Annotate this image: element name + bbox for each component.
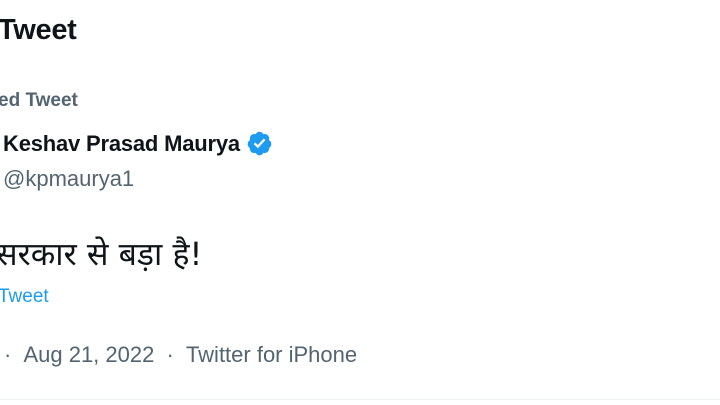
tweet-page: Tweet ed Tweet Keshav Prasad Maurya @kpm…: [0, 0, 720, 405]
tweet-date[interactable]: Aug 21, 2022: [23, 342, 154, 368]
tweet-source[interactable]: Twitter for iPhone: [186, 342, 357, 368]
divider: [0, 399, 720, 400]
author-handle[interactable]: @kpmaurya1: [3, 166, 134, 192]
verified-badge-icon: [246, 130, 273, 157]
meta-separator: ·: [166, 342, 174, 367]
author-name[interactable]: Keshav Prasad Maurya: [3, 131, 240, 157]
author-row[interactable]: Keshav Prasad Maurya: [3, 130, 273, 157]
translate-tweet-link[interactable]: Tweet: [0, 286, 49, 308]
pinned-tweet-label: ed Tweet: [0, 90, 78, 111]
meta-separator: ·: [4, 342, 12, 367]
page-title: Tweet: [0, 14, 77, 46]
tweet-text: सरकार से बड़ा है!: [0, 235, 203, 273]
tweet-meta: · Aug 21, 2022 · Twitter for iPhone: [4, 342, 357, 368]
